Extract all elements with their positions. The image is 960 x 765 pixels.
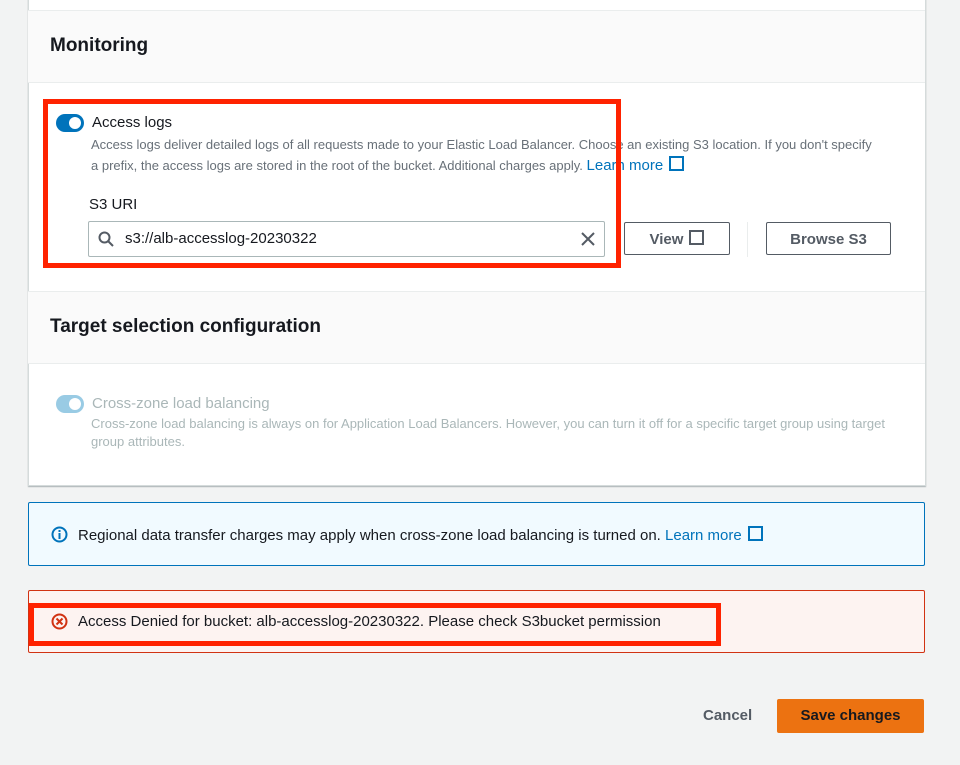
highlight-box-access-logs	[43, 99, 621, 268]
cancel-button[interactable]: Cancel	[703, 707, 752, 724]
view-button[interactable]: View	[624, 222, 730, 255]
external-link-icon	[669, 156, 685, 171]
cross-zone-description: Cross-zone load balancing is always on f…	[91, 416, 885, 449]
info-alert: Regional data transfer charges may apply…	[28, 502, 925, 566]
info-text: Regional data transfer charges may apply…	[78, 527, 661, 544]
target-selection-header: Target selection configuration	[28, 291, 925, 364]
monitoring-header: Monitoring	[28, 10, 925, 83]
view-label: View	[649, 231, 684, 248]
external-link-icon	[747, 526, 763, 541]
info-alert-text: Regional data transfer charges may apply…	[78, 526, 763, 544]
info-icon	[51, 526, 68, 543]
monitoring-title: Monitoring	[50, 35, 149, 56]
learn-more-text: Learn more	[665, 527, 742, 544]
divider	[747, 222, 748, 257]
info-learn-more-link[interactable]: Learn more	[665, 526, 763, 544]
cross-zone-label: Cross-zone load balancing	[92, 395, 270, 412]
target-selection-title: Target selection configuration	[50, 316, 321, 337]
external-link-icon	[689, 230, 705, 245]
cross-zone-toggle	[56, 395, 84, 413]
highlight-box-error	[29, 603, 721, 646]
browse-s3-button[interactable]: Browse S3	[766, 222, 891, 255]
save-changes-button[interactable]: Save changes	[777, 699, 924, 733]
